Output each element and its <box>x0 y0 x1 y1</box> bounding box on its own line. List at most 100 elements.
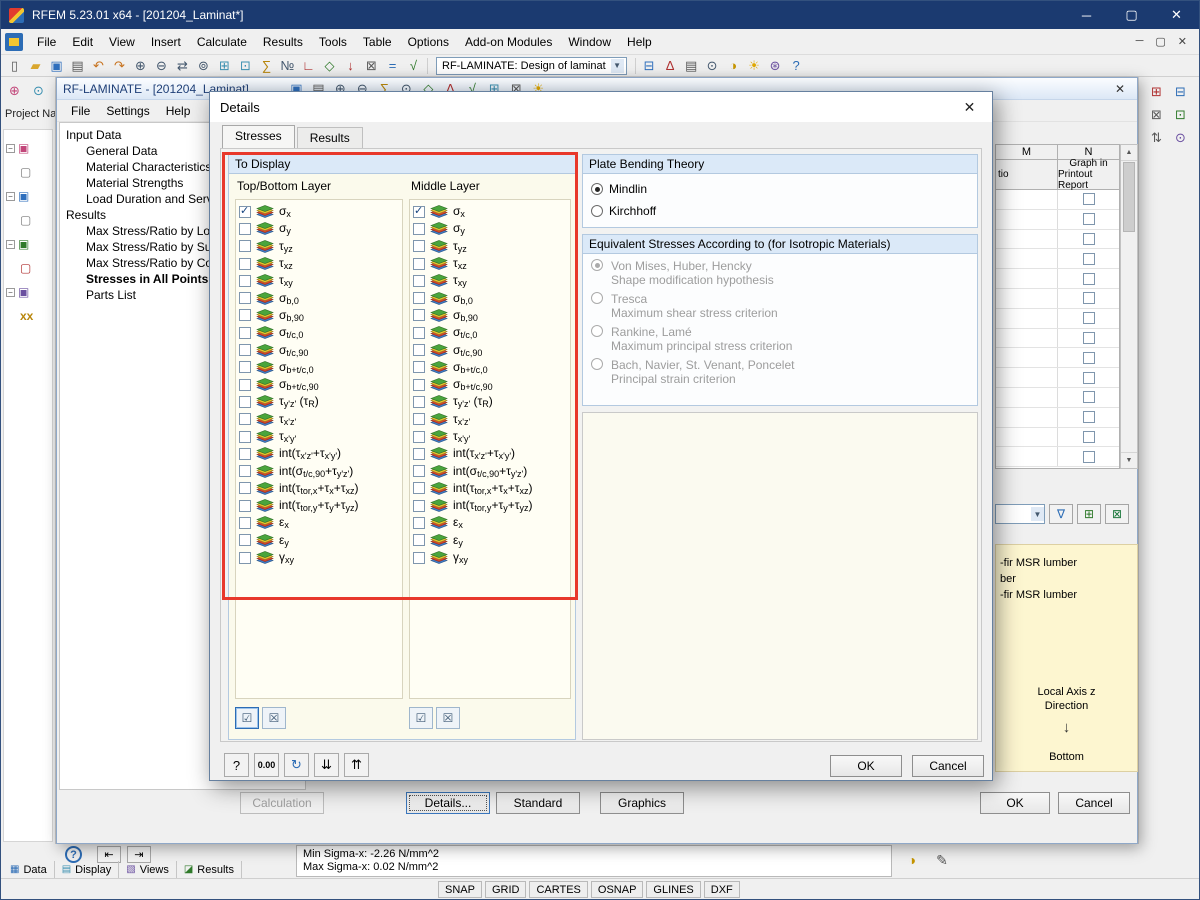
menu-add-on-modules[interactable]: Add-on Modules <box>457 31 560 53</box>
stress-option-row[interactable]: int(σt/c,90+τy'z') <box>236 462 402 479</box>
chart-icon[interactable]: ∆ <box>660 55 681 75</box>
checkbox[interactable] <box>413 534 425 547</box>
stress-option-row[interactable]: σb+t/c,90 <box>410 376 570 393</box>
stress-option-row[interactable]: σb,90 <box>410 307 570 324</box>
tree-node[interactable]: − ▣ <box>6 184 50 208</box>
checkbox[interactable] <box>239 395 251 408</box>
stress-option-row[interactable]: int(τx'z'+τx'y') <box>410 445 570 462</box>
new-model-icon[interactable]: ⊕ <box>4 81 25 101</box>
checkbox[interactable] <box>413 274 425 287</box>
stress-option-row[interactable]: σy <box>410 220 570 237</box>
table-scrollbar[interactable]: ▲ ▼ <box>1120 144 1138 469</box>
menu-file[interactable]: File <box>29 31 64 53</box>
checkbox[interactable] <box>239 361 251 374</box>
status-toggle-cartes[interactable]: CARTES <box>529 881 588 898</box>
new-file-icon[interactable]: ▯ <box>4 56 25 76</box>
stress-option-row[interactable]: σt/c,90 <box>236 341 402 358</box>
menu-edit[interactable]: Edit <box>64 31 101 53</box>
checkbox[interactable] <box>239 309 251 322</box>
stress-option-row[interactable]: γxy <box>410 549 570 566</box>
stress-option-row[interactable]: σy <box>236 220 402 237</box>
stress-option-row[interactable]: σb+t/c,0 <box>410 359 570 376</box>
checkbox[interactable] <box>1082 232 1095 245</box>
menu-insert[interactable]: Insert <box>143 31 189 53</box>
status-toggle-glines[interactable]: GLINES <box>646 881 701 898</box>
stress-option-row[interactable]: τyz <box>236 238 402 255</box>
side-render-icon[interactable]: ⊙ <box>1170 128 1191 148</box>
stress-option-row[interactable]: int(σt/c,90+τy'z') <box>410 462 570 479</box>
column-header-m[interactable]: M <box>995 144 1058 160</box>
printout-report-icon[interactable]: ▤ <box>681 56 702 76</box>
menu-table[interactable]: Table <box>355 31 400 53</box>
checkbox[interactable] <box>413 447 425 460</box>
grid-icon[interactable]: ⊞ <box>214 56 235 76</box>
stress-option-row[interactable]: τx'y' <box>236 428 402 445</box>
axes-icon[interactable]: ∟ <box>298 55 319 75</box>
ok-button[interactable]: OK <box>980 792 1050 814</box>
stress-option-row[interactable]: σt/c,0 <box>236 324 402 341</box>
expander-icon[interactable]: − <box>6 239 15 249</box>
table-view-button[interactable]: ⊞ <box>1077 504 1101 524</box>
stress-option-row[interactable]: τxz <box>236 255 402 272</box>
checkbox[interactable] <box>413 240 425 253</box>
stress-option-row[interactable]: τxz <box>410 255 570 272</box>
checkbox[interactable] <box>239 499 251 512</box>
side-results-icon[interactable]: ⊡ <box>1170 105 1191 125</box>
stress-option-row[interactable]: γxy <box>236 549 402 566</box>
checkbox[interactable] <box>239 378 251 391</box>
panel-tab-views[interactable]: ▧ Views <box>119 861 177 878</box>
rotate-view-icon[interactable]: ⊚ <box>193 56 214 76</box>
save-icon[interactable]: ▣ <box>46 56 67 76</box>
checkbox[interactable] <box>1082 193 1095 206</box>
checkbox[interactable] <box>413 309 425 322</box>
menu-view[interactable]: View <box>101 31 143 53</box>
details-dialog-titlebar[interactable]: Details <box>210 92 992 122</box>
tree-node[interactable]: − ▣ <box>6 280 50 304</box>
deselect-all-button[interactable]: ☒ <box>436 707 460 729</box>
checkbox[interactable] <box>413 430 425 443</box>
mdi-close-icon[interactable]: ✕ <box>1178 35 1187 48</box>
checkbox[interactable] <box>1082 430 1095 443</box>
stress-option-row[interactable]: τxy <box>236 272 402 289</box>
checkbox[interactable] <box>1082 371 1095 384</box>
checkbox[interactable] <box>239 326 251 339</box>
checkbox[interactable] <box>1082 391 1095 404</box>
checkbox[interactable] <box>1082 351 1095 364</box>
mesh-icon[interactable]: ⊠ <box>361 56 382 76</box>
menu-tools[interactable]: Tools <box>311 31 355 53</box>
stress-option-row[interactable]: int(τtor,x+τx+τxz) <box>236 480 402 497</box>
radio-kirchhoff[interactable]: Kirchhoff <box>591 200 977 222</box>
expander-icon[interactable]: − <box>6 143 15 153</box>
results-icon[interactable]: √ <box>403 55 424 75</box>
panel-tab-display[interactable]: ▤ Display <box>55 861 120 878</box>
status-toggle-dxf[interactable]: DXF <box>703 881 740 898</box>
checkbox[interactable] <box>413 395 425 408</box>
stress-option-row[interactable]: σb,90 <box>236 307 402 324</box>
checkbox[interactable] <box>239 413 251 426</box>
export-settings-button[interactable]: ⇈ <box>344 753 369 777</box>
print-icon[interactable]: ▤ <box>67 56 88 76</box>
light-icon[interactable]: ☀ <box>744 56 765 76</box>
tree-node[interactable]: ▢ <box>6 208 50 232</box>
module-menu-help[interactable]: Help <box>158 101 199 121</box>
checkbox[interactable] <box>239 274 251 287</box>
excel-export-button[interactable]: ⊠ <box>1105 504 1129 524</box>
checkbox[interactable] <box>1082 450 1095 463</box>
module-selector-combo[interactable]: RF-LAMINATE: Design of laminat ▼ <box>436 56 627 75</box>
side-sort-icon[interactable]: ⇅ <box>1146 128 1167 148</box>
close-icon[interactable]: ✕ <box>947 92 992 122</box>
menu-calculate[interactable]: Calculate <box>189 31 255 53</box>
modules-icon[interactable]: ⊛ <box>765 56 786 76</box>
side-views-icon[interactable]: ⊟ <box>1170 82 1191 102</box>
ok-button[interactable]: OK <box>830 755 902 777</box>
checkbox[interactable] <box>239 551 251 564</box>
stress-option-row[interactable]: σb+t/c,90 <box>236 376 402 393</box>
redo-icon[interactable]: ↷ <box>109 56 130 76</box>
stress-option-row[interactable]: εy <box>236 532 402 549</box>
tree-node[interactable]: ▢ <box>6 256 50 280</box>
checkbox[interactable] <box>1082 292 1095 305</box>
zoom-out-icon[interactable]: ⊖ <box>151 56 172 76</box>
checkbox[interactable] <box>1082 411 1095 424</box>
dialog-help-button[interactable]: ? <box>224 753 249 777</box>
numbering-icon[interactable]: № <box>277 55 298 75</box>
